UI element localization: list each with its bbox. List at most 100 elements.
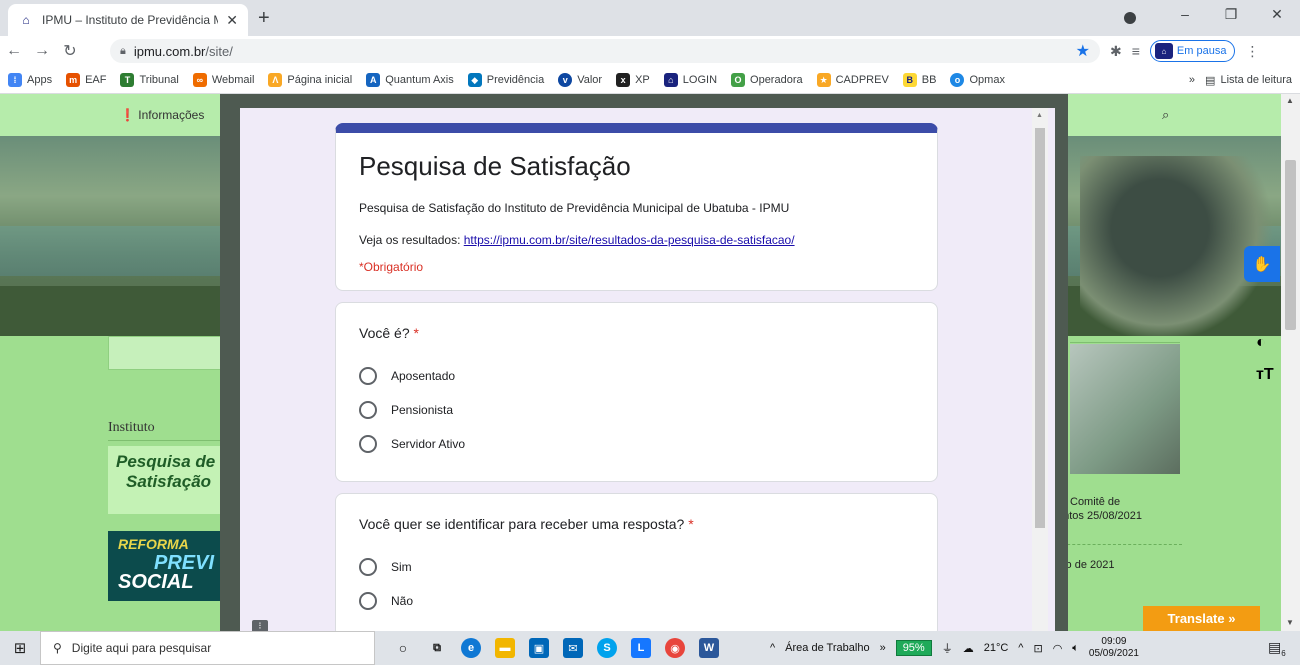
extensions-puzzle-icon[interactable]: ✱: [1110, 43, 1122, 60]
restore-button[interactable]: ❐: [1208, 6, 1254, 30]
store-icon[interactable]: ▣: [529, 638, 549, 658]
meeting-photo[interactable]: [1070, 344, 1180, 474]
modal-scrollbar[interactable]: ▲: [1032, 108, 1048, 631]
bookmark-opmax[interactable]: o Opmax: [950, 72, 1005, 87]
bookmark-label: Valor: [577, 73, 603, 86]
vlibras-hand-icon[interactable]: ✋: [1244, 246, 1280, 282]
quantum-axis-icon: A: [366, 72, 381, 87]
l-app-icon[interactable]: L: [631, 638, 651, 658]
comite-news-link[interactable]: Comitê de entos 25/08/2021: [1057, 495, 1142, 523]
page-scrollbar[interactable]: ▲ ▼: [1281, 94, 1300, 631]
chrome-icon[interactable]: ◉: [665, 638, 685, 658]
desktop-more-icon[interactable]: »: [880, 642, 886, 654]
option-label: Sim: [391, 560, 412, 574]
login-icon: ⌂: [663, 72, 678, 87]
desktop-toolbar[interactable]: Área de Trabalho: [785, 642, 869, 654]
option-aposentado[interactable]: Aposentado: [359, 367, 455, 385]
tray-up-icon[interactable]: ^: [1018, 642, 1023, 654]
tray-chevron-icon[interactable]: ^: [770, 642, 775, 654]
radio-button-icon[interactable]: [359, 435, 377, 453]
font-size-icon[interactable]: тT: [1256, 366, 1274, 384]
bookmarks-more-button[interactable]: »: [1189, 74, 1195, 86]
bookmark-operadora[interactable]: O Operadora: [731, 72, 803, 87]
site-search-input[interactable]: [108, 336, 228, 370]
temperature[interactable]: 21°C: [984, 642, 1009, 654]
bookmark-tribunal[interactable]: T Tribunal: [120, 72, 179, 87]
network-icon[interactable]: ⊡: [1033, 642, 1042, 655]
scroll-up-icon[interactable]: ▲: [1286, 96, 1294, 105]
bookmark-cadprev[interactable]: ★ CADPREV: [816, 72, 889, 87]
contrast-icon[interactable]: ◐: [1256, 334, 1266, 352]
modal-scroll-up-icon[interactable]: ▲: [1036, 112, 1043, 119]
word-icon[interactable]: W: [699, 638, 719, 658]
question-label: Você quer se identificar para receber um…: [359, 516, 694, 532]
forward-arrow-icon[interactable]: →: [28, 42, 56, 60]
option-label: Servidor Ativo: [391, 437, 466, 451]
bookmark-pagina-inicial[interactable]: Λ Página inicial: [268, 72, 352, 87]
reload-icon[interactable]: ↻: [56, 41, 84, 61]
task-view-icon[interactable]: ⧉: [427, 638, 447, 658]
wifi-icon[interactable]: ◠: [1053, 642, 1063, 655]
mail-icon[interactable]: ✉: [563, 638, 583, 658]
pesquisa-banner-link[interactable]: Pesquisa de Satisfação: [108, 446, 233, 514]
reading-list-button[interactable]: ▤ Lista de leitura: [1205, 74, 1292, 87]
address-bar[interactable]: 🔒︎ ipmu.com.br/site/ ★: [110, 39, 1100, 63]
battery-indicator[interactable]: 95%: [895, 640, 932, 656]
page-scroll-thumb[interactable]: [1285, 160, 1296, 330]
clock[interactable]: 09:09 05/09/2021: [1089, 636, 1139, 660]
new-tab-button[interactable]: +: [258, 7, 270, 30]
question-card-identificar: Você quer se identificar para receber um…: [335, 493, 938, 638]
weather-cloud-icon[interactable]: ☁: [963, 642, 974, 655]
radio-button-icon[interactable]: [359, 592, 377, 610]
tab-close-icon[interactable]: ✕: [226, 12, 238, 29]
required-mark: *: [413, 325, 419, 341]
browser-tab[interactable]: ⌂ IPMU – Instituto de Previdência M ✕: [8, 4, 248, 36]
minimize-button[interactable]: –: [1162, 6, 1208, 30]
bookmark-previdencia[interactable]: ◆ Previdência: [467, 72, 544, 87]
bookmark-login[interactable]: ⌂ LOGIN: [663, 72, 717, 87]
bookmark-bb[interactable]: B BB: [902, 72, 936, 87]
translate-button[interactable]: Translate »: [1143, 606, 1260, 631]
bookmark-valor[interactable]: v Valor: [558, 72, 603, 87]
radio-button-icon[interactable]: [359, 401, 377, 419]
bookmark-eaf[interactable]: m EAF: [66, 72, 106, 87]
bookmark-xp[interactable]: x XP: [616, 72, 650, 87]
option-servidor-ativo[interactable]: Servidor Ativo: [359, 435, 465, 453]
radio-button-icon[interactable]: [359, 367, 377, 385]
profile-dot-icon[interactable]: [1124, 12, 1136, 24]
apps-grid-icon: ⁞: [8, 72, 22, 87]
bookmark-webmail[interactable]: ∞ Webmail: [192, 72, 254, 87]
pesquisa-line-2: Satisfação: [126, 472, 212, 491]
option-pensionista[interactable]: Pensionista: [359, 401, 453, 419]
skype-icon[interactable]: S: [597, 638, 617, 658]
notifications-icon[interactable]: ▤6: [1268, 639, 1286, 658]
reforma-banner-link[interactable]: REFORMA PREVI SOCIAL: [108, 531, 233, 601]
taskbar-search-box[interactable]: ⚲ Digite aqui para pesquisar: [40, 631, 375, 665]
bookmark-quantum-axis[interactable]: A Quantum Axis: [366, 72, 454, 87]
radio-button-icon[interactable]: [359, 558, 377, 576]
option-sim[interactable]: Sim: [359, 558, 412, 576]
opmax-icon: o: [950, 72, 965, 87]
close-window-button[interactable]: ✕: [1254, 6, 1300, 30]
edge-icon[interactable]: e: [461, 638, 481, 658]
taskbar-pinned: ○ ⧉ e ▬ ▣ ✉ S L ◉ W: [393, 638, 719, 658]
back-arrow-icon[interactable]: ←: [0, 42, 28, 60]
menu-kebab-icon[interactable]: ⋮: [1245, 43, 1259, 60]
cortana-icon[interactable]: ○: [393, 638, 413, 658]
bookmark-star-icon[interactable]: ★: [1076, 41, 1090, 61]
required-mark: *: [688, 516, 694, 532]
volume-icon[interactable]: 🔈︎: [1072, 642, 1079, 655]
bookmark-label: XP: [635, 73, 650, 86]
modal-scroll-thumb[interactable]: [1035, 128, 1045, 528]
nav-informacoes[interactable]: ❗ Informações: [120, 108, 204, 122]
option-nao[interactable]: Não: [359, 592, 413, 610]
file-explorer-icon[interactable]: ▬: [495, 638, 515, 658]
scroll-down-icon[interactable]: ▼: [1286, 618, 1294, 627]
reading-list-icon[interactable]: ≡: [1132, 43, 1140, 59]
results-link[interactable]: https://ipmu.com.br/site/resultados-da-p…: [464, 233, 795, 247]
option-label: Não: [391, 594, 414, 608]
site-search-icon[interactable]: ⌕: [1162, 107, 1169, 123]
bookmark-apps[interactable]: ⁞ Apps: [8, 72, 52, 87]
profile-button[interactable]: ⌂ Em pausa: [1149, 40, 1236, 62]
windows-start-icon[interactable]: ⊞: [0, 639, 40, 657]
